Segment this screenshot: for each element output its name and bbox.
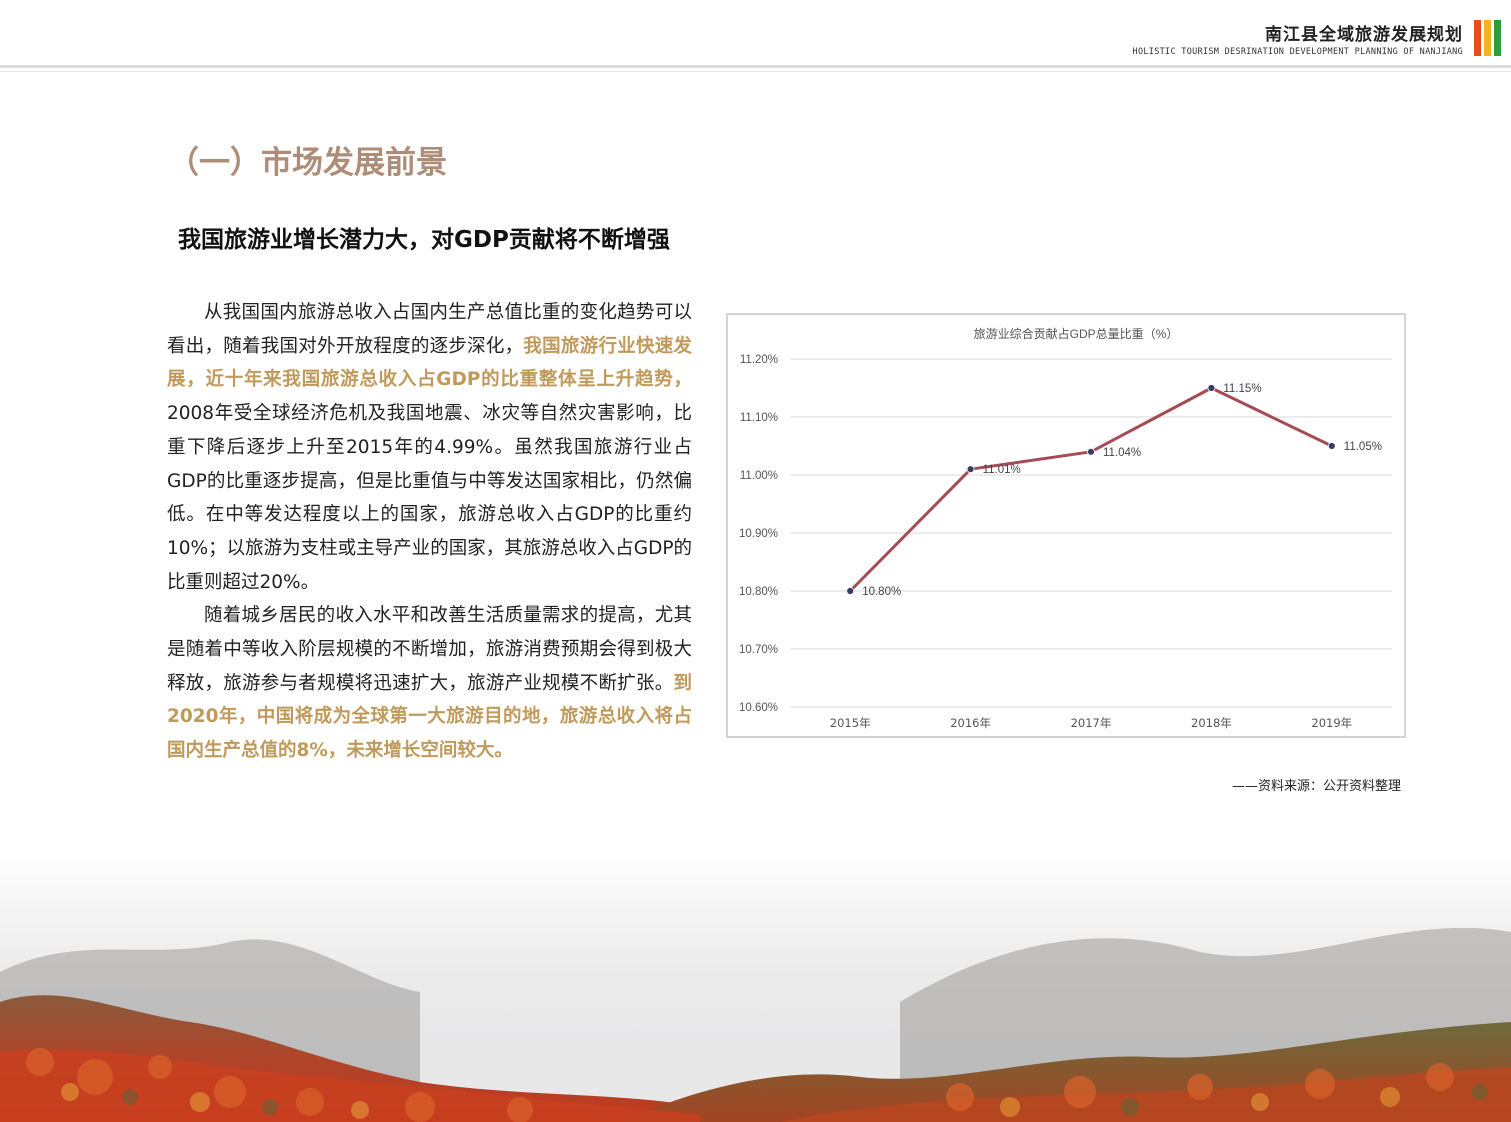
y-tick-label: 11.20% <box>740 354 778 366</box>
y-tick-label: 10.90% <box>739 528 778 540</box>
data-label: 11.05% <box>1344 441 1382 453</box>
x-tick-label: 2018年 <box>1191 716 1232 730</box>
header-divider <box>0 65 1511 68</box>
header-divider-thin <box>0 71 1511 72</box>
brand-bar-red <box>1474 20 1481 56</box>
section-title: （一）市场发展前景 <box>168 145 447 181</box>
chart-svg: 旅游业综合贡献占GDP总量比重（%） 10.60% 10.70% 10.80% 10.… <box>739 326 1392 730</box>
data-label: 11.15% <box>1223 383 1261 395</box>
header-subtitle: HOLISTIC TOURISM DESRINATION DEVELOPMENT… <box>1132 47 1463 57</box>
x-tick-label: 2019年 <box>1311 716 1352 730</box>
autumn-mountain-image <box>0 852 1511 1122</box>
brand-bar-green <box>1494 20 1501 56</box>
data-label: 11.04% <box>1103 447 1141 459</box>
data-point <box>846 587 855 595</box>
data-point <box>1207 384 1216 392</box>
data-label: 11.01% <box>983 464 1021 476</box>
line-chart: 旅游业综合贡献占GDP总量比重（%） 10.60% 10.70% 10.80% 10.… <box>726 313 1406 738</box>
data-point <box>966 465 975 474</box>
source-note: ——资料来源：公开资料整理 <box>1231 779 1401 794</box>
y-tick-label: 11.00% <box>740 470 778 482</box>
data-label: 10.80% <box>862 586 901 598</box>
y-tick-label: 10.80% <box>739 586 778 598</box>
paragraph-2: 随着城乡居民的收入水平和改善生活质量需求的提高，尤其是随着中等收入阶层规模的不断… <box>167 599 692 768</box>
paragraph-1-text-b: 2008年受全球经济危机及我国地震、冰灾等自然灾害影响，比重下降后逐步上升至20… <box>167 403 692 593</box>
x-tick-label: 2015年 <box>830 716 871 730</box>
y-tick-label: 10.70% <box>739 644 778 656</box>
x-tick-label: 2017年 <box>1071 716 1112 730</box>
paragraph-1: 从我国国内旅游总收入占国内生产总值比重的变化趋势可以看出，随着我国对外开放程度的… <box>167 296 692 599</box>
header-title: 南江县全域旅游发展规划 <box>1265 25 1463 45</box>
paragraph-2-text: 随着城乡居民的收入水平和改善生活质量需求的提高，尤其是随着中等收入阶层规模的不断… <box>167 605 692 694</box>
y-tick-label: 11.10% <box>740 412 778 424</box>
brand-bar-yellow <box>1484 20 1491 56</box>
series-line <box>849 386 1333 593</box>
x-tick-label: 2016年 <box>950 716 991 730</box>
data-point <box>1087 447 1095 456</box>
brand-color-bars <box>1474 20 1501 56</box>
y-tick-label: 10.60% <box>739 702 778 714</box>
chart-title: 旅游业综合贡献占GDP总量比重（%） <box>974 326 1179 341</box>
subheading: 我国旅游业增长潜力大，对GDP贡献将不断增强 <box>178 227 670 253</box>
body-text: 从我国国内旅游总收入占国内生产总值比重的变化趋势可以看出，随着我国对外开放程度的… <box>167 296 692 768</box>
data-point <box>1327 442 1336 450</box>
